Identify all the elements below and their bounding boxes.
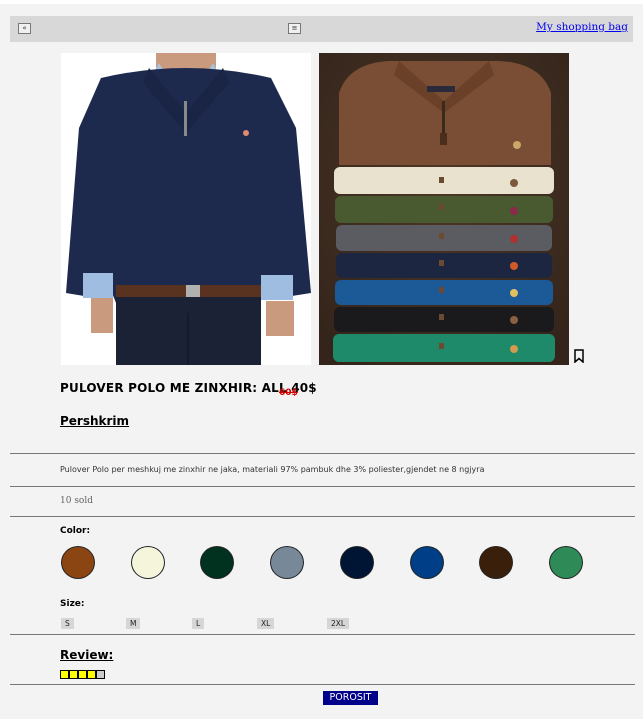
color-swatch[interactable]	[549, 546, 583, 579]
product-photo-stack	[319, 53, 569, 365]
description-heading: Pershkrim	[60, 414, 130, 428]
divider	[10, 516, 635, 517]
sold-count: 10 sold	[60, 496, 93, 506]
size-option[interactable]: S	[61, 618, 74, 629]
product-photo-model	[61, 53, 311, 365]
old-price: 60$	[279, 388, 298, 398]
color-swatch[interactable]	[61, 546, 95, 579]
color-swatch[interactable]	[479, 546, 513, 579]
color-swatch[interactable]	[410, 546, 444, 579]
size-option[interactable]: M	[126, 618, 141, 629]
order-button[interactable]: POROSIT	[323, 691, 378, 705]
rating-star	[69, 670, 78, 679]
product-description: Pulover Polo per meshkuj me zinxhir ne j…	[60, 465, 485, 474]
size-option[interactable]: XL	[257, 618, 275, 629]
divider	[10, 453, 635, 454]
review-heading: Review:	[60, 648, 114, 662]
size-option[interactable]: L	[192, 618, 205, 629]
divider	[10, 486, 635, 487]
size-option[interactable]: 2XL	[327, 618, 350, 629]
color-swatch[interactable]	[131, 546, 165, 579]
rating-stars	[60, 670, 110, 680]
shopping-bag-link[interactable]: My shopping bag	[536, 21, 628, 33]
rating-star	[87, 670, 96, 679]
color-swatch[interactable]	[340, 546, 374, 579]
rating-star	[60, 670, 69, 679]
top-border	[0, 0, 643, 4]
color-swatch[interactable]	[270, 546, 304, 579]
color-label: Color:	[60, 526, 91, 536]
divider	[10, 684, 635, 685]
size-label: Size:	[60, 599, 85, 609]
back-arrow-icon[interactable]: «	[18, 23, 31, 34]
divider	[10, 634, 635, 635]
top-nav-bar: « ≡ My shopping bag	[10, 16, 633, 42]
rating-star	[78, 670, 87, 679]
bookmark-icon[interactable]	[573, 349, 585, 363]
menu-icon[interactable]: ≡	[288, 23, 301, 34]
color-swatch[interactable]	[200, 546, 234, 579]
color-swatch-list	[61, 546, 591, 580]
size-option-list: S M L XL 2XL	[61, 618, 361, 630]
rating-star	[96, 670, 105, 679]
